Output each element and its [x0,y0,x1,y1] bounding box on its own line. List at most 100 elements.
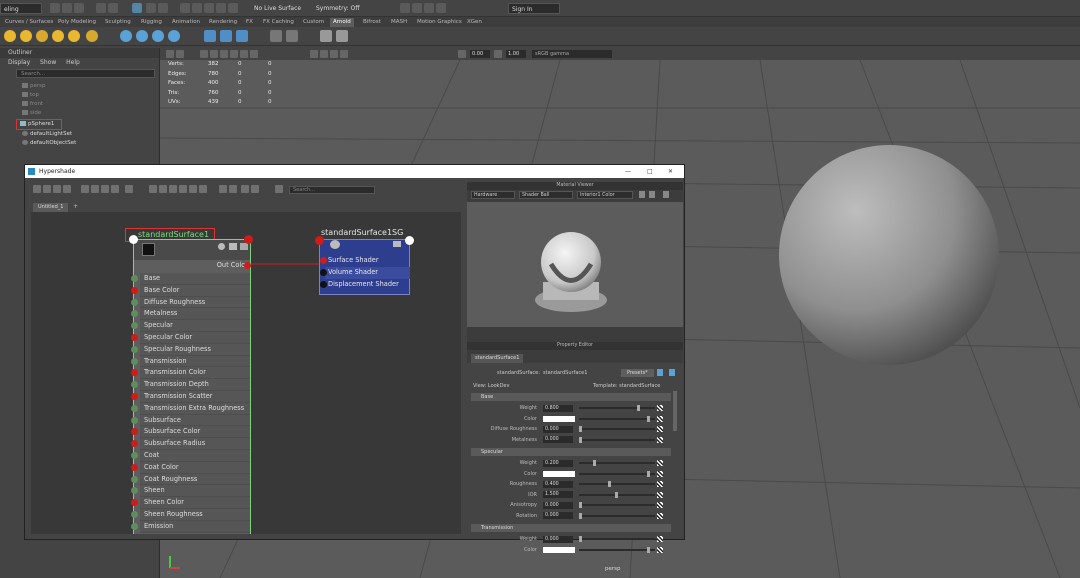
value-slider[interactable] [579,502,655,508]
map-button-icon[interactable] [657,536,663,542]
sg-slot-volume-shader[interactable]: Volume Shader [320,267,410,279]
point-light-icon[interactable] [52,30,64,42]
select-camera-icon[interactable] [166,50,174,58]
map-button-icon[interactable] [657,426,663,432]
export-ass-icon[interactable] [286,30,298,42]
arnold-ipr-icon[interactable] [136,30,148,42]
slider-knob[interactable] [579,536,582,542]
xray-joints-icon[interactable] [330,50,338,58]
shelf-tab-mash[interactable]: MASH [388,18,410,27]
attr-port[interactable] [131,310,138,318]
value-slider[interactable] [579,436,655,443]
outliner-item-side[interactable]: side [22,109,41,118]
value-field[interactable]: 1.500 [543,491,573,498]
shelf-tab-custom[interactable]: Custom [300,18,327,27]
slider-knob[interactable] [593,460,597,466]
attr-port[interactable] [131,428,138,436]
add-tab-button[interactable]: + [73,203,78,210]
live-surface-label[interactable]: No Live Surface [254,3,301,14]
node-settings-icon[interactable] [218,243,225,250]
slider-knob[interactable] [646,415,650,422]
graph-new-icon[interactable] [33,185,41,193]
frame-all-icon[interactable] [199,185,207,193]
photometric-light-icon[interactable] [86,30,98,42]
value-slider[interactable] [579,536,655,542]
outliner-menu-help[interactable]: Help [66,59,80,66]
grid-toggle-icon[interactable] [219,185,227,193]
snap-curve-icon[interactable] [192,3,202,13]
color-swatch[interactable] [543,546,575,553]
node-input-port[interactable] [129,235,138,244]
xray-icon[interactable] [320,50,328,58]
surface-shader-port[interactable] [320,257,327,264]
value-field[interactable]: 0.000 [543,535,573,543]
gamma-icon[interactable] [494,50,502,58]
attr-row-metalness[interactable]: Metalness [131,308,250,321]
render-current-frame-icon[interactable] [400,3,410,13]
slider-knob[interactable] [579,512,582,519]
attr-port[interactable] [131,475,138,483]
full-mode-icon[interactable] [169,185,177,193]
attr-row-specular-roughness[interactable]: Specular Roughness [131,343,250,356]
attr-port[interactable] [131,522,138,530]
shape-dropdown[interactable]: Shader Ball [519,191,573,199]
toggle-filter-icon[interactable] [125,185,133,193]
snap-view-icon[interactable] [216,3,226,13]
value-field[interactable]: 0.000 [543,436,573,443]
attr-row-transmission[interactable]: Transmission [131,355,250,368]
flush-cache-icon[interactable] [270,30,282,42]
sphere-mesh[interactable] [779,145,999,365]
refresh-icon[interactable] [649,191,655,198]
attr-port[interactable] [131,381,138,389]
lights-icon[interactable] [240,50,248,58]
attr-row-base[interactable]: Base [131,273,250,285]
slider-knob[interactable] [579,426,582,432]
map-button-icon[interactable] [657,436,663,443]
swatch-toggle-icon[interactable] [241,185,249,193]
arnold-texture-icon[interactable] [220,30,232,42]
skydome-light-icon[interactable] [4,30,16,42]
hypershade-icon[interactable] [436,3,446,13]
attr-port[interactable] [131,487,138,495]
outliner-menu-display[interactable]: Display [8,59,30,66]
shelf-tab-rigging[interactable]: Rigging [138,18,165,27]
renderer-dropdown[interactable]: Hardware [471,191,515,199]
eye-icon[interactable] [320,30,332,42]
attr-row-sheen-roughness[interactable]: Sheen Roughness [131,509,250,521]
outliner-item-psphere1[interactable]: pSphere1 [16,119,62,130]
save-scene-icon[interactable] [74,3,84,13]
attr-row-transmission-depth[interactable]: Transmission Depth [131,379,250,391]
snap-surface-icon[interactable] [228,3,238,13]
tab-untitled-1[interactable]: Untitled_1 [33,203,69,212]
node-output-port[interactable] [244,235,253,244]
value-slider[interactable] [579,491,655,498]
shelf-tab-fx-caching[interactable]: FX Caching [260,18,297,27]
color-swatch[interactable] [543,415,575,422]
shelf-tab-xgen[interactable]: XGen [464,18,485,27]
ipr-render-icon[interactable] [412,3,422,13]
arnold-aov-icon[interactable] [236,30,248,42]
playblast-icon[interactable] [336,30,348,42]
remove-selected-icon[interactable] [91,185,99,193]
attr-row-specular-color[interactable]: Specular Color [131,332,250,344]
view-label[interactable]: View: LookDev [473,382,509,390]
attr-port[interactable] [131,275,138,282]
snap-grid-icon[interactable] [180,3,190,13]
value-field[interactable]: 0.000 [543,512,573,519]
attr-row-coat-color[interactable]: Coat Color [131,461,250,474]
close-icon[interactable]: ✕ [668,165,673,178]
slider-knob[interactable] [579,436,582,443]
outliner-item-persp[interactable]: persp [22,82,46,91]
slider-knob[interactable] [646,470,650,477]
xray-components-icon[interactable] [340,50,348,58]
add-selected-icon[interactable] [101,185,109,193]
attr-port[interactable] [131,393,138,400]
graph-output-icon[interactable] [53,185,61,193]
shelf-tab-fx[interactable]: FX [243,18,256,27]
attr-port[interactable] [131,357,138,365]
section-specular[interactable]: Specular [471,448,671,456]
value-field[interactable]: 0.200 [543,459,573,467]
graph-in-out-icon[interactable] [63,185,71,193]
outliner-search-input[interactable]: Search... [16,69,155,78]
presets-button[interactable]: Presets* [621,369,654,377]
